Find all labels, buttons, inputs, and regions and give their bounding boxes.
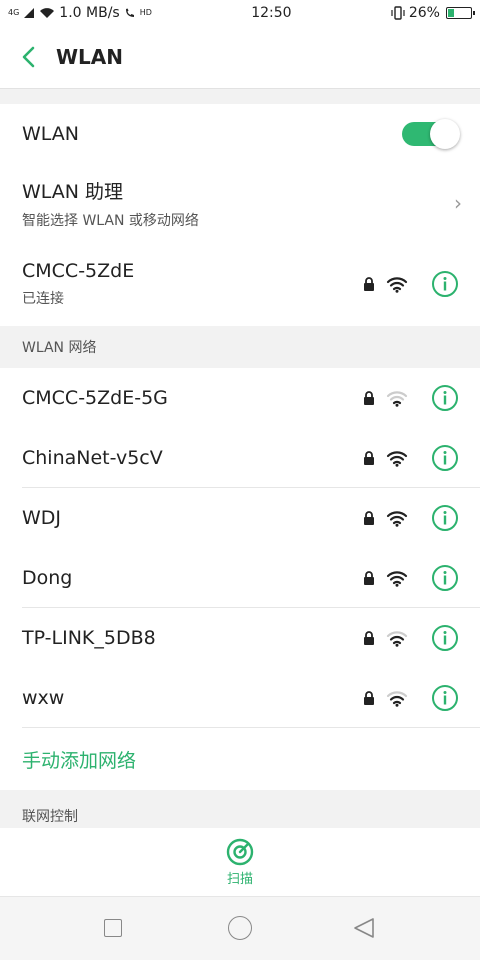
battery-fill	[447, 9, 454, 17]
networks-section-label: WLAN 网络	[22, 340, 97, 356]
wifi-status-icon	[40, 8, 55, 18]
network-text: wxw	[22, 687, 64, 709]
back-arrow-icon	[22, 46, 35, 68]
info-icon[interactable]	[431, 444, 459, 472]
clock: 12:50	[251, 5, 292, 21]
chevron-right-icon: ›	[454, 191, 462, 215]
network-row[interactable]: wxw	[0, 668, 480, 728]
scan-label: 扫描	[226, 871, 253, 887]
networks-section-header: WLAN 网络	[0, 326, 480, 368]
back-button[interactable]	[0, 26, 56, 88]
net-speed: 1.0 MB/s	[59, 5, 120, 21]
wlan-toggle-label: WLAN	[22, 123, 80, 145]
home-button[interactable]	[228, 916, 252, 940]
system-nav-bar	[0, 896, 480, 960]
signal-icon	[24, 8, 35, 18]
lock-icon	[364, 277, 374, 291]
wifi-signal-icon	[386, 571, 408, 587]
add-network-link[interactable]: 手动添加网络	[22, 746, 136, 773]
network-text: ChinaNet-v5cV	[22, 447, 163, 469]
lock-icon	[364, 631, 374, 645]
wlan-assistant-row[interactable]: WLAN 助理 智能选择 WLAN 或移动网络 ›	[0, 164, 480, 242]
wifi-signal-icon	[386, 691, 408, 707]
status-right: 26%	[391, 5, 475, 21]
wlan-switch-knob	[430, 119, 460, 149]
network-row[interactable]: ChinaNet-v5cV	[0, 428, 480, 488]
status-bar: 4G 1.0 MB/s HD 12:50 26%	[0, 0, 480, 26]
wifi-signal-icon	[386, 631, 408, 647]
wifi-signal-icon	[386, 391, 408, 407]
add-network-text: 手动添加网络	[22, 746, 136, 773]
lock-icon	[364, 451, 374, 465]
network-ssid: ChinaNet-v5cV	[22, 447, 163, 469]
recents-button[interactable]	[104, 919, 122, 937]
network-row[interactable]: CMCC-5ZdE-5G	[0, 368, 480, 428]
network-ssid: WDJ	[22, 507, 62, 529]
network-text: TP-LINK_5DB8	[22, 627, 156, 649]
app-bar: WLAN	[0, 26, 480, 88]
nav-back-icon[interactable]	[352, 917, 376, 939]
wlan-toggle-text: WLAN	[22, 123, 79, 145]
hd-call-icon	[125, 8, 134, 17]
info-icon[interactable]	[431, 564, 459, 592]
wlan-toggle-row[interactable]: WLAN	[0, 104, 480, 164]
section-gap	[0, 88, 480, 104]
scan-button[interactable]: 扫描	[0, 828, 480, 896]
network-row[interactable]: Dong	[0, 548, 480, 608]
wifi-signal-icon	[386, 451, 408, 467]
lock-icon	[364, 571, 374, 585]
network-ssid: wxw	[22, 687, 65, 709]
connected-network-row[interactable]: CMCC-5ZdE 已连接	[0, 242, 480, 326]
network-text: Dong	[22, 567, 72, 589]
network-ssid: TP-LINK_5DB8	[22, 627, 156, 649]
lock-icon	[364, 511, 374, 525]
lock-icon	[364, 691, 374, 705]
info-icon[interactable]	[431, 624, 459, 652]
network-text: WDJ	[22, 507, 61, 529]
status-left: 4G 1.0 MB/s HD	[8, 5, 152, 21]
network-ssid: CMCC-5ZdE-5G	[22, 387, 168, 409]
add-network-row[interactable]: 手动添加网络	[0, 728, 480, 790]
network-ssid: Dong	[22, 567, 73, 589]
connected-network-text: CMCC-5ZdE 已连接	[22, 260, 134, 308]
scan-radar-icon	[226, 838, 254, 865]
connected-ssid: CMCC-5ZdE	[22, 260, 135, 282]
info-icon[interactable]	[431, 684, 459, 712]
battery-percent: 26%	[408, 5, 440, 21]
hd-label: HD	[139, 8, 152, 17]
info-icon[interactable]	[431, 504, 459, 532]
wlan-assistant-title: WLAN 助理	[22, 180, 124, 203]
info-icon[interactable]	[431, 270, 459, 298]
wlan-assistant-text: WLAN 助理 智能选择 WLAN 或移动网络	[22, 177, 199, 230]
info-icon[interactable]	[431, 384, 459, 412]
network-control-header: 联网控制	[0, 790, 480, 828]
vibrate-icon	[391, 6, 405, 20]
connected-status: 已连接	[22, 291, 64, 307]
network-control-label: 联网控制	[22, 809, 78, 825]
wlan-assistant-subtitle: 智能选择 WLAN 或移动网络	[22, 212, 199, 229]
wlan-switch[interactable]	[402, 119, 460, 149]
signal-label: 4G	[8, 8, 20, 17]
lock-icon	[364, 391, 374, 405]
wifi-signal-icon	[386, 277, 408, 293]
network-row[interactable]: TP-LINK_5DB8	[0, 608, 480, 668]
battery-icon	[445, 7, 475, 19]
network-row[interactable]: WDJ	[0, 488, 480, 548]
network-text: CMCC-5ZdE-5G	[22, 387, 168, 409]
page-title: WLAN	[56, 45, 124, 69]
wifi-signal-icon	[386, 511, 408, 527]
